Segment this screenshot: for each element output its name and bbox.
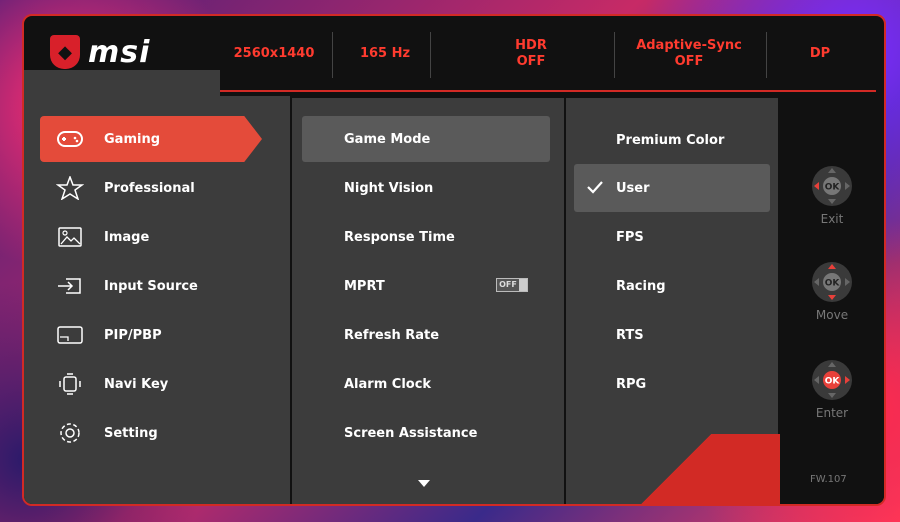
ok-label: OK — [825, 377, 841, 387]
submenu-item-night-vision[interactable]: Night Vision — [302, 165, 550, 211]
status-adaptive-sync: Adaptive-Sync OFF — [624, 22, 754, 86]
submenu-item-label: MPRT — [344, 278, 385, 294]
submenu-item-label: Game Mode — [344, 131, 431, 147]
nav-label: Enter — [815, 406, 849, 420]
option-label: User — [616, 180, 650, 196]
status-bar: 2560x1440 165 Hz HDR OFF Adaptive-Sync O… — [214, 22, 884, 86]
submenu-item-alarm-clock[interactable]: Alarm Clock — [302, 361, 550, 407]
option-label: FPS — [616, 229, 644, 245]
status-line2: OFF — [674, 54, 704, 69]
navi-key-guide: OK Exit OK Move OK Enter FW.107 — [780, 98, 884, 504]
navi-key-icon — [52, 370, 88, 398]
submenu-item-label: Refresh Rate — [344, 327, 440, 343]
submenu-item-label: Screen Assistance — [344, 425, 478, 441]
brand-name: msi — [88, 34, 151, 70]
mprt-toggle[interactable]: OFF — [496, 278, 528, 292]
option-label: RTS — [616, 327, 644, 343]
dpad-up-down-icon: OK — [812, 262, 852, 302]
dpad-ok-icon: OK — [812, 360, 852, 400]
option-rpg[interactable]: RPG — [574, 360, 770, 408]
main-menu: Gaming Professional Image Input Source P… — [24, 70, 290, 504]
option-premium-color[interactable]: Premium Color — [574, 116, 770, 164]
dpad-left-icon: OK — [812, 166, 852, 206]
gamepad-icon — [52, 125, 88, 153]
status-input-port: DP — [780, 22, 860, 86]
star-icon — [52, 174, 88, 202]
submenu-item-game-mode[interactable]: Game Mode — [302, 116, 550, 162]
ok-label: OK — [825, 279, 841, 289]
menu-item-input-source[interactable]: Input Source — [40, 263, 266, 309]
option-fps[interactable]: FPS — [574, 213, 770, 261]
submenu-item-label: Response Time — [344, 229, 455, 245]
menu-item-label: Navi Key — [104, 376, 169, 392]
submenu-item-mprt[interactable]: MPRT OFF — [302, 263, 550, 309]
option-label: RPG — [616, 376, 647, 392]
option-user[interactable]: User — [574, 164, 770, 212]
option-racing[interactable]: Racing — [574, 262, 770, 310]
menu-item-gaming[interactable]: Gaming — [40, 116, 262, 162]
status-divider — [332, 32, 333, 78]
nav-hint-enter: OK Enter — [806, 356, 858, 426]
submenu-item-label: Night Vision — [344, 180, 434, 196]
option-label: Premium Color — [616, 132, 725, 148]
toggle-state: OFF — [497, 279, 519, 291]
dragon-shield-icon: ◆ — [50, 35, 80, 69]
header-divider — [214, 90, 876, 92]
status-line1: Adaptive-Sync — [636, 38, 742, 53]
pip-icon — [52, 321, 88, 349]
submenu-item-label: Alarm Clock — [344, 376, 432, 392]
menu-item-image[interactable]: Image — [40, 214, 266, 260]
status-line1: 2560x1440 — [233, 46, 315, 61]
menu-item-label: PIP/PBP — [104, 327, 162, 343]
menu-item-professional[interactable]: Professional — [40, 165, 266, 211]
status-line1: DP — [809, 46, 831, 61]
menu-item-setting[interactable]: Setting — [40, 410, 266, 456]
menu-item-navi-key[interactable]: Navi Key — [40, 361, 266, 407]
msi-logo: ◆ msi — [50, 30, 150, 74]
decorative-corner — [566, 434, 780, 504]
firmware-version: FW.107 — [810, 474, 847, 485]
image-icon — [52, 223, 88, 251]
menu-item-pip-pbp[interactable]: PIP/PBP — [40, 312, 266, 358]
input-source-icon — [52, 272, 88, 300]
nav-label: Exit — [820, 212, 844, 226]
ok-label: OK — [825, 183, 841, 193]
checkmark-icon — [587, 181, 603, 194]
nav-hint-exit: OK Exit — [806, 162, 858, 232]
status-divider — [766, 32, 767, 78]
submenu-item-response-time[interactable]: Response Time — [302, 214, 550, 260]
submenu-item-refresh-rate[interactable]: Refresh Rate — [302, 312, 550, 358]
nav-label: Move — [815, 308, 849, 322]
status-refresh-rate: 165 Hz — [340, 22, 430, 86]
scroll-down-arrow-icon[interactable] — [418, 480, 430, 487]
status-divider — [430, 32, 431, 78]
menu-item-label: Gaming — [104, 131, 161, 147]
status-hdr: HDR OFF — [486, 22, 576, 86]
status-resolution: 2560x1440 — [224, 22, 324, 86]
status-line1: 165 Hz — [359, 46, 411, 61]
menu-item-label: Input Source — [104, 278, 198, 294]
gaming-submenu: Game Mode Night Vision Response Time MPR… — [292, 98, 564, 504]
gear-icon — [52, 419, 88, 447]
status-divider — [614, 32, 615, 78]
menu-item-label: Image — [104, 229, 150, 245]
menu-item-label: Setting — [104, 425, 158, 441]
status-line1: HDR — [515, 38, 547, 53]
submenu-item-screen-assistance[interactable]: Screen Assistance — [302, 410, 550, 456]
status-line2: OFF — [516, 54, 546, 69]
option-label: Racing — [616, 278, 666, 294]
menu-item-label: Professional — [104, 180, 195, 196]
osd-window: ◆ msi 2560x1440 165 Hz HDR OFF Adaptive-… — [22, 14, 886, 506]
option-rts[interactable]: RTS — [574, 311, 770, 359]
nav-hint-move: OK Move — [806, 258, 858, 328]
